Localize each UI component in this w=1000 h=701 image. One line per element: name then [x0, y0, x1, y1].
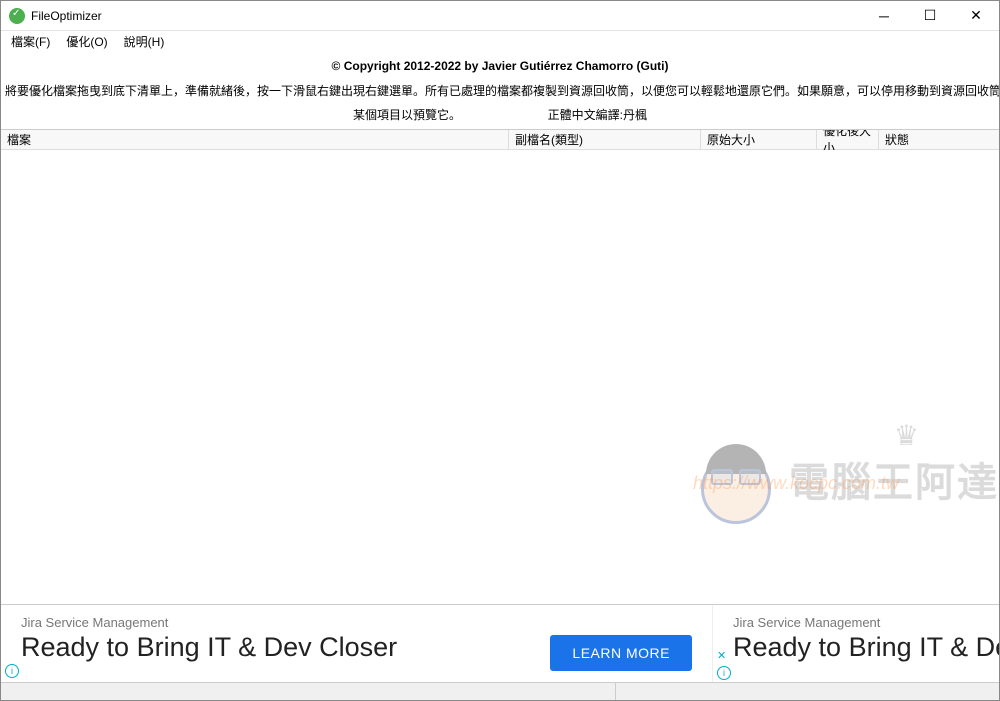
ads-row: Jira Service Management Ready to Bring I…: [1, 604, 999, 682]
instructions-preview: 某個項目以預覽它。: [353, 108, 461, 122]
ad-right[interactable]: Jira Service Management Ready to Bring I…: [713, 605, 999, 682]
window-title: FileOptimizer: [31, 9, 102, 23]
app-window: FileOptimizer ─ ☐ ✕ 檔案(F) 優化(O) 說明(H) © …: [0, 0, 1000, 701]
watermark-text: 電腦王阿達: [789, 450, 999, 508]
watermark-url: https://www.kocpc.com.tw: [693, 473, 899, 494]
copyright-text: © Copyright 2012-2022 by Javier Gutiérre…: [1, 51, 999, 77]
ad-close-icon[interactable]: ✕: [717, 649, 726, 662]
watermark-avatar-icon: [691, 434, 781, 524]
file-table: 檔案 副檔名(類型) 原始大小 優化後大小 狀態 ♛ 電腦王阿達 https: [1, 129, 999, 604]
ad-left[interactable]: Jira Service Management Ready to Bring I…: [1, 605, 713, 682]
ad-learn-more-button[interactable]: LEARN MORE: [550, 635, 692, 671]
minimize-button[interactable]: ─: [861, 1, 907, 31]
ad-info-icon[interactable]: i: [717, 666, 731, 680]
instructions-line1: 將要優化檔案拖曳到底下清單上，準備就緒後，按一下滑鼠右鍵出現右鍵選單。所有已處理…: [1, 77, 999, 106]
menu-help[interactable]: 說明(H): [120, 31, 169, 52]
window-controls: ─ ☐ ✕: [861, 1, 999, 31]
column-optimized-size[interactable]: 優化後大小: [817, 130, 879, 149]
ad-info-icon[interactable]: i: [5, 664, 19, 678]
app-icon: [9, 8, 25, 24]
column-status[interactable]: 狀態: [879, 130, 999, 149]
titlebar: FileOptimizer ─ ☐ ✕: [1, 1, 999, 31]
statusbar: [1, 682, 999, 700]
ad-right-headline: Ready to Bring IT & De: [733, 632, 979, 663]
maximize-button[interactable]: ☐: [907, 1, 953, 31]
ad-right-subtitle: Jira Service Management: [733, 615, 979, 630]
table-header: 檔案 副檔名(類型) 原始大小 優化後大小 狀態: [1, 130, 999, 150]
menubar: 檔案(F) 優化(O) 說明(H): [1, 31, 999, 51]
column-extension[interactable]: 副檔名(類型): [509, 130, 701, 149]
table-body-drop-zone[interactable]: ♛ 電腦王阿達 https://www.kocpc.com.tw: [1, 150, 999, 604]
column-file[interactable]: 檔案: [1, 130, 509, 149]
ad-left-subtitle: Jira Service Management: [21, 615, 692, 630]
close-button[interactable]: ✕: [953, 1, 999, 31]
statusbar-left-pane: [1, 683, 616, 700]
statusbar-right-pane: [616, 683, 999, 700]
watermark: ♛ 電腦王阿達: [691, 434, 999, 524]
watermark-crown-icon: ♛: [894, 419, 919, 452]
menu-file[interactable]: 檔案(F): [7, 31, 54, 52]
content-area: © Copyright 2012-2022 by Javier Gutiérre…: [1, 51, 999, 700]
instructions-line2: 某個項目以預覽它。 正體中文編譯:丹楓: [1, 106, 999, 129]
menu-optimize[interactable]: 優化(O): [62, 31, 111, 52]
instructions-translator: 正體中文編譯:丹楓: [548, 108, 647, 122]
column-original-size[interactable]: 原始大小: [701, 130, 817, 149]
